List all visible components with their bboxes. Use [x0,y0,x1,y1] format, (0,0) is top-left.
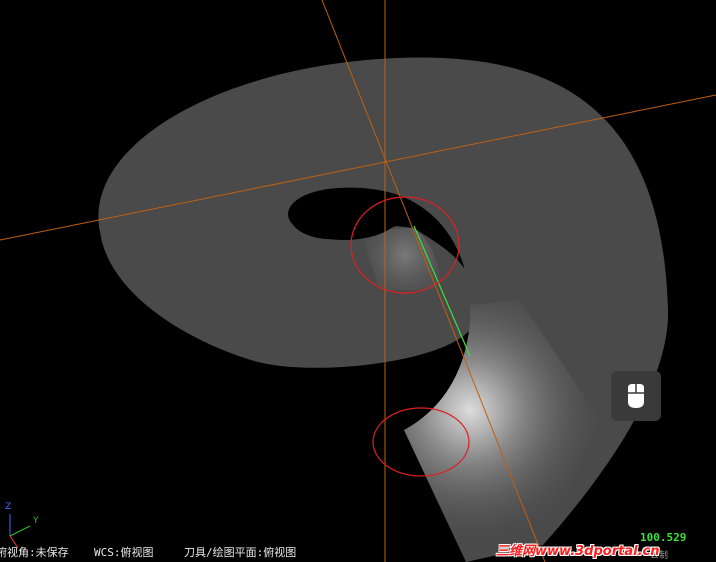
mouse-icon [628,384,644,408]
status-tool-plane[interactable]: 刀具/绘图平面:俯视图 [184,544,296,562]
3d-model-scene[interactable] [0,0,716,562]
side-panel-button[interactable] [611,371,661,421]
status-wcs[interactable]: WCS:俯视图 [94,544,154,562]
graphics-viewport[interactable]: Z Y 100.529 公制 三维网www.3dportal.cn 俯视角:未保… [0,0,716,562]
status-view[interactable]: 俯视角:未保存 [0,544,69,562]
axis-z-label: Z [5,502,12,512]
spiral-surface[interactable] [98,57,669,562]
inner-hole [288,188,400,240]
axis-y-label: Y [33,516,39,526]
status-bar: 俯视角:未保存 WCS:俯视图 刀具/绘图平面:俯视图 [0,544,716,562]
